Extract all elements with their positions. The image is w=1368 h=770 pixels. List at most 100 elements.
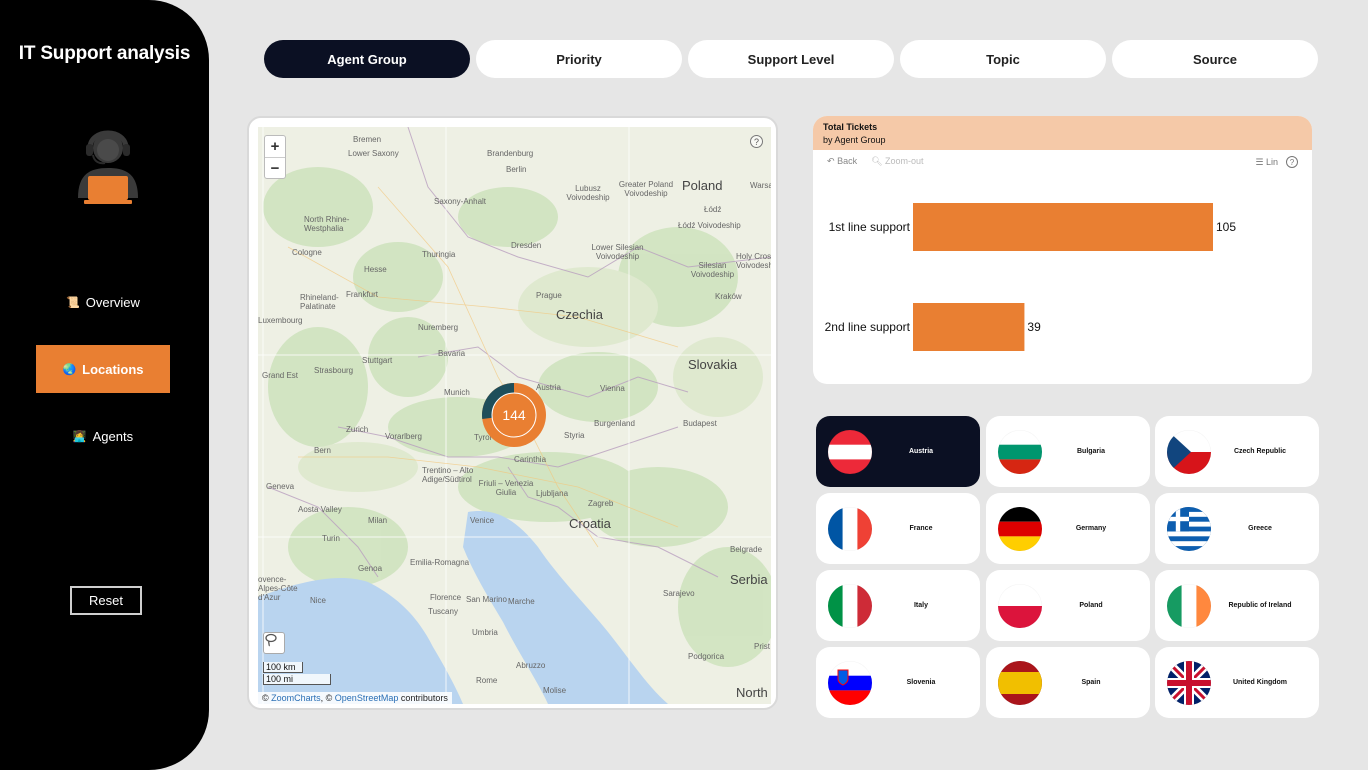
- map-label: Tuscany: [428, 607, 458, 616]
- country-card-republic-of-ireland[interactable]: Republic of Ireland: [1155, 570, 1319, 641]
- country-card-france[interactable]: France: [816, 493, 980, 564]
- scroll-icon: 📜: [66, 296, 80, 309]
- country-card-united-kingdom[interactable]: United Kingdom: [1155, 647, 1319, 718]
- map-label: Frankfurt: [346, 290, 379, 299]
- bar-2nd-line-support[interactable]: [913, 303, 1025, 351]
- reset-button[interactable]: Reset: [70, 586, 142, 615]
- nav-locations[interactable]: 🌏 Locations: [36, 345, 170, 393]
- austria-flag-icon: [828, 429, 872, 474]
- greece-flag-icon: [1167, 506, 1211, 551]
- map-label-country: Serbia: [730, 572, 768, 587]
- map-label: Lubusz Voivodeship: [566, 184, 610, 202]
- country-card-bulgaria[interactable]: Bulgaria: [986, 416, 1150, 487]
- map-label: Carinthia: [514, 455, 547, 464]
- map-label: Stuttgart: [362, 356, 393, 365]
- country-card-poland[interactable]: Poland: [986, 570, 1150, 641]
- republic-of-ireland-flag-icon: [1167, 583, 1211, 628]
- support-agent-icon: [78, 130, 138, 204]
- map-label: Ljubljana: [536, 489, 569, 498]
- back-button[interactable]: ↶ Back: [827, 156, 857, 167]
- map-label: Florence: [430, 593, 462, 602]
- map-label: Turin: [322, 534, 340, 543]
- map-label: Berlin: [506, 165, 527, 174]
- zoom-in-button[interactable]: +: [265, 136, 285, 157]
- tab-agent-group[interactable]: Agent Group: [264, 40, 470, 78]
- nav-agents[interactable]: 👩‍💻 Agents: [36, 412, 170, 460]
- country-name: Spain: [1081, 679, 1101, 686]
- nav-overview-label: Overview: [85, 294, 140, 310]
- attribution-suffix: contributors: [398, 693, 448, 703]
- country-card-czech-republic[interactable]: Czech Republic: [1155, 416, 1319, 487]
- bulgaria-flag-icon: [998, 429, 1042, 474]
- tab-support-level[interactable]: Support Level: [688, 40, 894, 78]
- map-label: Marche: [508, 597, 535, 606]
- map-label: Geneva: [266, 482, 295, 491]
- scale-label: Lin: [1265, 156, 1278, 167]
- country-card-greece[interactable]: Greece: [1155, 493, 1319, 564]
- map-attribution: © ZoomCharts, © OpenStreetMap contributo…: [258, 692, 452, 704]
- map-canvas[interactable]: Bremen Lower Saxony Brandenburg Berlin S…: [258, 127, 771, 704]
- country-filter-grid: Austria Bulgaria Czech Republic France Germa…: [816, 416, 1319, 720]
- country-card-spain[interactable]: Spain: [986, 647, 1150, 718]
- scale-toggle-button[interactable]: ☰ Lin: [1255, 157, 1278, 168]
- cluster-marker[interactable]: 144: [480, 381, 548, 449]
- map-label: Bremen: [353, 135, 382, 144]
- zoom-control: + −: [264, 135, 286, 179]
- map-label: Prist: [754, 642, 770, 651]
- scale-km: 100 km: [263, 662, 303, 673]
- zoomcharts-link[interactable]: ZoomCharts: [271, 693, 321, 703]
- map-label: Lower Saxony: [348, 149, 399, 158]
- united-kingdom-flag-icon: [1167, 660, 1211, 705]
- zoom-out-chart-button[interactable]: 🔍︎ Zoom-out: [871, 156, 923, 167]
- map-help-icon[interactable]: ?: [750, 135, 763, 148]
- back-label: Back: [837, 156, 858, 166]
- country-card-austria[interactable]: Austria: [816, 416, 980, 487]
- map-label: Grand Est: [262, 371, 299, 380]
- map-label: Strasbourg: [314, 366, 354, 375]
- map-label: Rhineland-Palatinate: [300, 293, 339, 311]
- app-title: IT Support analysis: [18, 43, 191, 64]
- tab-priority[interactable]: Priority: [476, 40, 682, 78]
- chart-title: Total Tickets: [823, 122, 878, 132]
- map-label: Łódź Voivodeship: [678, 221, 741, 230]
- chart-subtitle: by Agent Group: [823, 135, 886, 145]
- nav-overview[interactable]: 📜 Overview: [36, 278, 170, 326]
- map-label: Cologne: [292, 248, 322, 257]
- map-label: Zagreb: [588, 499, 614, 508]
- openstreetmap-link[interactable]: OpenStreetMap: [335, 693, 399, 703]
- map-label: Styria: [564, 431, 585, 440]
- lasso-select-icon[interactable]: [263, 632, 285, 654]
- map-label: Molise: [543, 686, 567, 695]
- tab-source[interactable]: Source: [1112, 40, 1318, 78]
- map-label: Zurich: [346, 425, 369, 434]
- country-card-slovenia[interactable]: Slovenia: [816, 647, 980, 718]
- map-label: Vorarlberg: [385, 432, 422, 441]
- chart-header: Total Tickets by Agent Group: [813, 116, 1312, 150]
- bar-category-label: 1st line support: [829, 220, 911, 234]
- chart-help-icon[interactable]: ?: [1286, 156, 1298, 168]
- tab-topic[interactable]: Topic: [900, 40, 1106, 78]
- bar-1st-line-support[interactable]: [913, 203, 1213, 251]
- map-label: Podgorica: [688, 652, 725, 661]
- map-card: Bremen Lower Saxony Brandenburg Berlin S…: [247, 116, 778, 710]
- map-label: Budapest: [683, 419, 717, 428]
- scale-mi: 100 mi: [263, 674, 331, 685]
- map-label: Vienna: [600, 384, 625, 393]
- map-label: Thuringia: [422, 250, 456, 259]
- map-label-country: Croatia: [569, 516, 611, 531]
- map-label: Dresden: [511, 241, 542, 250]
- map-label: Abruzzo: [516, 661, 546, 670]
- spain-flag-icon: [998, 660, 1042, 705]
- country-name: Greece: [1248, 525, 1272, 532]
- map-label: Łódź: [704, 205, 722, 214]
- map-label: Kraków: [715, 292, 742, 301]
- map-label: North Rhine-Westphalia: [304, 215, 350, 233]
- map-label: Lower Silesian Voivodeship: [591, 243, 644, 261]
- chart-right-tools: ☰ Lin ?: [1255, 156, 1298, 168]
- map-label: Sarajevo: [663, 589, 695, 598]
- country-card-italy[interactable]: Italy: [816, 570, 980, 641]
- zoom-out-button[interactable]: −: [265, 157, 285, 178]
- map-label-country: Slovakia: [688, 357, 738, 372]
- map-label: San Marino: [466, 595, 507, 604]
- country-card-germany[interactable]: Germany: [986, 493, 1150, 564]
